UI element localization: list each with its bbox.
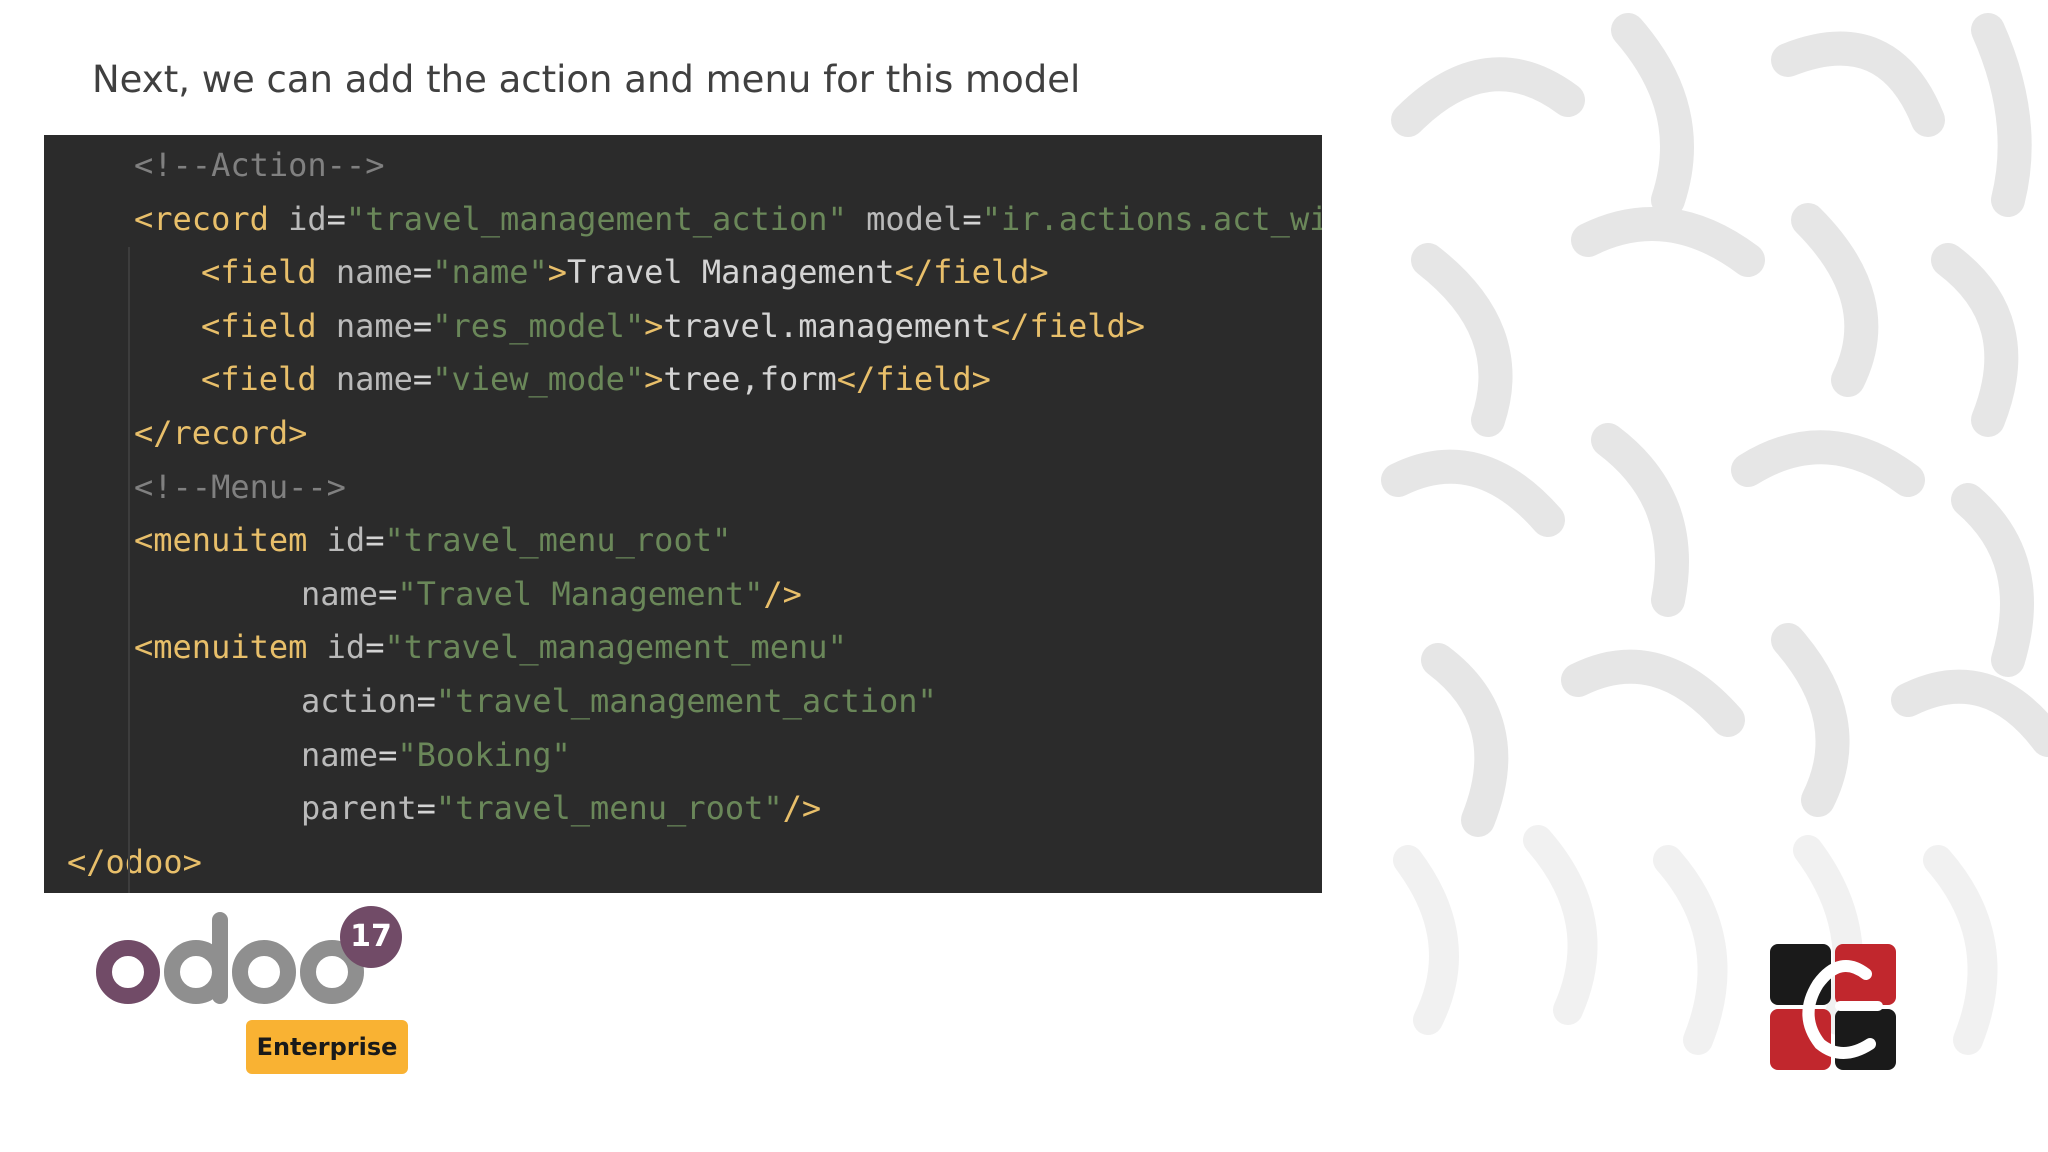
- code-token: <field: [201, 360, 336, 399]
- code-token: id: [288, 199, 327, 238]
- code-token: name: [301, 574, 379, 613]
- code-token: id: [326, 628, 366, 667]
- cybrosys-logo-icon: [1770, 944, 1896, 1070]
- code-token: </record>: [134, 414, 308, 452]
- code-line: <field name="view_mode">tree,form</field…: [201, 352, 991, 406]
- code-token: <field: [201, 253, 336, 292]
- code-token: name: [335, 253, 413, 292]
- code-token: =: [378, 735, 398, 774]
- code-line: <menuitem id="travel_menu_root": [134, 513, 731, 567]
- code-token: "travel_management_action": [435, 682, 937, 720]
- code-line: <!--Menu-->: [134, 460, 346, 514]
- code-line: name="Booking": [301, 728, 571, 782]
- code-token: </field>: [894, 253, 1049, 292]
- code-token: "view_mode": [432, 360, 645, 399]
- code-line: <!--Action-->: [134, 138, 384, 192]
- enterprise-badge: Enterprise: [246, 1020, 408, 1074]
- code-token: =: [365, 628, 385, 667]
- code-token: =: [416, 789, 436, 828]
- code-token: "Booking": [397, 735, 571, 774]
- code-token: </field>: [836, 360, 991, 399]
- code-token: </odoo>: [67, 842, 202, 881]
- code-token: <record: [134, 199, 289, 238]
- code-line: <record id="travel_management_action" mo…: [134, 192, 1322, 246]
- code-token: </field>: [990, 306, 1146, 345]
- code-token: <menuitem: [134, 521, 327, 560]
- code-line: </odoo>: [67, 835, 202, 889]
- code-token: =: [365, 521, 385, 560]
- code-token: tree,form: [663, 360, 837, 399]
- code-token: =: [962, 199, 982, 238]
- code-token: "travel_menu_root": [384, 521, 732, 560]
- code-token: =: [378, 574, 398, 613]
- code-token: =: [412, 306, 433, 345]
- code-line: <field name="res_model">travel.managemen…: [201, 299, 1145, 353]
- code-snippet-panel: <!--Action--> <record id="travel_manageme…: [44, 135, 1322, 893]
- code-token: >: [644, 306, 664, 345]
- code-token: name: [335, 306, 413, 345]
- code-line: parent="travel_menu_root"/>: [301, 781, 821, 835]
- code-token: action: [301, 682, 417, 720]
- code-token: Travel Management: [567, 253, 895, 292]
- code-token: =: [412, 253, 433, 292]
- code-token: <field: [201, 306, 336, 345]
- code-token: />: [782, 789, 822, 828]
- code-token: "travel_menu_root": [435, 789, 783, 828]
- code-token: <menuitem: [134, 628, 327, 667]
- code-line: <field name="name">Travel Management</fi…: [201, 245, 1049, 299]
- code-token: parent: [301, 789, 417, 828]
- code-token: >: [547, 253, 568, 292]
- code-token: "travel_management_menu": [384, 628, 847, 667]
- code-token: />: [763, 574, 802, 613]
- code-token: "ir.actions.act_window": [981, 199, 1322, 238]
- code-line: <menuitem id="travel_management_menu": [134, 620, 847, 674]
- code-token: model: [846, 199, 963, 238]
- code-token: name: [335, 360, 413, 399]
- code-token: =: [416, 682, 436, 720]
- code-token: "res_model": [432, 306, 645, 345]
- code-token: name: [301, 735, 379, 774]
- code-token: <!--Menu-->: [134, 467, 346, 506]
- background-squiggle-pattern: [1368, 0, 2048, 1152]
- code-token: <!--Action-->: [134, 146, 385, 184]
- code-token: "name": [432, 253, 548, 292]
- code-token: travel.management: [663, 306, 991, 345]
- code-token: =: [412, 360, 433, 399]
- odoo-version-badge: 17: [340, 906, 402, 968]
- slide-title: Next, we can add the action and menu for…: [92, 58, 1081, 101]
- code-line: </record>: [134, 406, 307, 460]
- code-token: "Travel Management": [397, 574, 764, 613]
- indent-guide: [128, 247, 130, 893]
- code-token: "travel_management_action": [345, 199, 847, 238]
- code-line: action="travel_management_action": [301, 674, 937, 728]
- code-token: =: [326, 199, 346, 238]
- code-token: id: [326, 521, 366, 560]
- code-line: name="Travel Management"/>: [301, 567, 802, 621]
- code-token: >: [644, 360, 664, 399]
